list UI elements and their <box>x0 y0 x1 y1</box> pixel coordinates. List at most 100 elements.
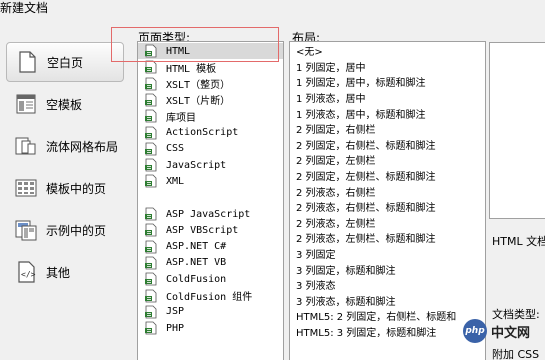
page-type-item[interactable]: JSP <box>138 304 283 320</box>
category-blank-template[interactable]: 空模板 <box>6 84 124 124</box>
layout-label: 1 列固定，居中 <box>296 62 366 74</box>
svg-text:</>: </> <box>21 270 36 279</box>
page-type-item[interactable]: ColdFusion <box>138 271 283 287</box>
layout-label: 2 列固定，右侧栏 <box>296 125 376 137</box>
layout-item[interactable]: HTML5: 2 列固定，右侧栏、标题和 <box>290 308 485 324</box>
category-blank-page[interactable]: 空白页 <box>6 42 124 82</box>
layout-item[interactable]: 2 列固定，左侧栏 <box>290 152 485 168</box>
category-other[interactable]: </> 其他 <box>6 252 124 292</box>
layout-item[interactable]: 1 列液态，居中 <box>290 90 485 106</box>
layout-item[interactable]: 1 列固定，居中 <box>290 59 485 75</box>
layout-item[interactable]: 3 列固定，标题和脚注 <box>290 261 485 277</box>
page-type-label: PHP <box>166 322 185 334</box>
page-type-item[interactable]: CSS <box>138 141 283 157</box>
layout-label: HTML5: 2 列固定，右侧栏、标题和 <box>296 312 457 324</box>
preview-pane <box>489 42 545 219</box>
document-icon <box>144 240 158 254</box>
document-icon <box>144 289 158 303</box>
document-icon <box>144 207 158 221</box>
layout-label: 3 列固定 <box>296 250 336 262</box>
document-icon <box>144 321 158 335</box>
page-type-item[interactable]: ActionScript <box>138 125 283 141</box>
document-icon <box>144 158 158 172</box>
preview-description: HTML 文档 <box>492 235 545 248</box>
sample-page-icon <box>14 218 38 242</box>
page-type-list[interactable]: HTML HTML 模板 XSLT（整页） XSLT（片断） 库项目 ActionScri… <box>137 41 284 360</box>
page-type-label: ASP.NET VB <box>166 257 227 269</box>
layout-label: 1 列固定，居中，标题和脚注 <box>296 78 426 90</box>
page-type-item[interactable]: HTML <box>138 43 283 59</box>
document-icon <box>144 109 158 123</box>
layout-label: 3 列固定，标题和脚注 <box>296 265 396 277</box>
category-label: 空白页 <box>47 55 84 70</box>
blank-page-icon <box>15 50 39 74</box>
page-type-label: ASP VBScript <box>166 224 239 236</box>
page-type-label: XSLT（片断） <box>166 96 231 108</box>
document-icon <box>144 272 158 286</box>
layout-label: 1 列液态，居中 <box>296 94 366 106</box>
page-type-item[interactable]: HTML 模板 <box>138 59 283 75</box>
watermark: php 中文网 <box>463 318 545 344</box>
layout-label: 2 列液态，左侧栏、标题和脚注 <box>296 234 436 246</box>
template-page-icon <box>14 176 38 200</box>
page-type-item[interactable]: 库项目 <box>138 108 283 124</box>
document-icon <box>144 93 158 107</box>
page-type-label: 库项目 <box>166 112 196 124</box>
page-type-label: HTML <box>166 45 191 57</box>
layout-item[interactable]: 2 列液态，左侧栏、标题和脚注 <box>290 230 485 246</box>
page-type-item[interactable]: ColdFusion 组件 <box>138 288 283 304</box>
category-fluid-grid[interactable]: 流体网格布局 <box>6 126 124 166</box>
document-icon <box>144 174 158 188</box>
layout-item[interactable]: <无> <box>290 43 485 59</box>
layout-item[interactable]: 3 列固定 <box>290 246 485 262</box>
page-type-item[interactable]: JavaScript <box>138 157 283 173</box>
layout-item[interactable]: 1 列液态，居中，标题和脚注 <box>290 105 485 121</box>
layout-label: 2 列固定，左侧栏 <box>296 156 376 168</box>
document-icon <box>144 142 158 156</box>
layout-list[interactable]: <无> 1 列固定，居中 1 列固定，居中，标题和脚注 1 列液态，居中 1 列液态，居… <box>289 41 486 360</box>
page-type-label: XML <box>166 175 185 187</box>
blank-template-icon <box>14 92 38 116</box>
layout-item[interactable]: 2 列液态，右侧栏 <box>290 183 485 199</box>
layout-item[interactable]: 2 列固定，右侧栏、标题和脚注 <box>290 137 485 153</box>
page-type-label: ASP JavaScript <box>166 208 251 220</box>
category-label: 示例中的页 <box>46 223 107 238</box>
page-type-label: ActionScript <box>166 127 239 138</box>
category-label: 其他 <box>46 265 71 280</box>
php-logo-icon: php <box>463 319 487 343</box>
page-type-label: XSLT（整页） <box>166 80 231 92</box>
page-type-item[interactable]: ASP JavaScript <box>138 206 283 222</box>
layout-item[interactable]: 2 列固定，右侧栏 <box>290 121 485 137</box>
category-template-page[interactable]: 模板中的页 <box>6 168 124 208</box>
document-icon <box>144 44 158 58</box>
page-type-label: CSS <box>166 143 185 155</box>
page-type-item[interactable]: ASP.NET C# <box>138 239 283 255</box>
page-type-item[interactable]: XSLT（整页） <box>138 76 283 92</box>
dialog-title: 新建文档 <box>0 1 49 15</box>
document-icon <box>144 77 158 91</box>
layout-item[interactable]: 3 列液态 <box>290 277 485 293</box>
layout-item[interactable]: 2 列液态，右侧栏、标题和脚注 <box>290 199 485 215</box>
layout-label: 1 列液态，居中，标题和脚注 <box>296 109 426 121</box>
layout-label: <无> <box>296 47 323 59</box>
layout-item[interactable]: 2 列液态，左侧栏 <box>290 215 485 231</box>
code-icon: </> <box>14 260 38 284</box>
layout-label: 2 列液态，右侧栏 <box>296 187 376 199</box>
layout-item[interactable]: 3 列液态，标题和脚注 <box>290 293 485 309</box>
document-icon <box>144 60 158 74</box>
layout-item[interactable]: HTML5: 3 列固定，标题和脚注 <box>290 324 485 340</box>
page-type-item[interactable]: ASP VBScript <box>138 222 283 238</box>
category-label: 空模板 <box>46 97 83 112</box>
watermark-text: 中文网 <box>491 325 531 341</box>
layout-item[interactable]: 1 列固定，居中，标题和脚注 <box>290 74 485 90</box>
document-icon <box>144 223 158 237</box>
page-type-label: JavaScript <box>166 159 227 171</box>
page-type-item[interactable]: PHP <box>138 320 283 336</box>
layout-label: 2 列液态，左侧栏 <box>296 218 376 230</box>
document-icon <box>144 126 158 140</box>
page-type-item[interactable]: ASP.NET VB <box>138 255 283 271</box>
category-sample-page[interactable]: 示例中的页 <box>6 210 124 250</box>
layout-item[interactable]: 2 列固定，左侧栏、标题和脚注 <box>290 168 485 184</box>
page-type-item[interactable]: XSLT（片断） <box>138 92 283 108</box>
page-type-item[interactable]: XML <box>138 173 283 189</box>
